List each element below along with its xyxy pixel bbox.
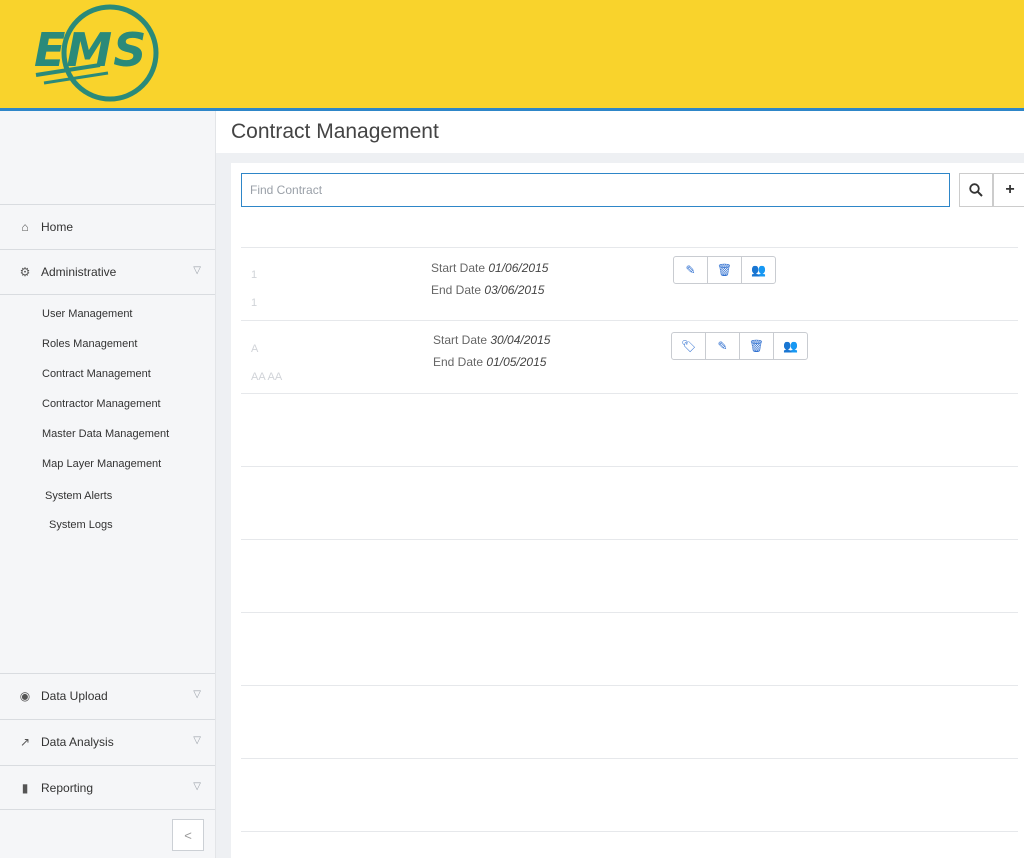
sidebar-item-label: Data Upload xyxy=(41,689,108,703)
start-date: Start Date 30/04/2015 xyxy=(433,333,550,347)
trash-icon: 🗑 xyxy=(748,339,765,353)
logo-text: EMS xyxy=(34,23,148,77)
contract-code: AA AA xyxy=(251,371,283,383)
contract-list-panel: + 1 1 Start Date 01/06/2015 End Date 03/… xyxy=(231,163,1024,858)
search-bar: + xyxy=(241,173,1024,207)
sidebar-subitem-contractor-management[interactable]: Contractor Management xyxy=(42,398,161,410)
users-icon: 👥 xyxy=(783,339,798,353)
sidebar-subitem-map-layer-management[interactable]: Map Layer Management xyxy=(42,458,161,470)
row-divider xyxy=(241,539,1018,540)
sidebar-item-label: Home xyxy=(41,220,74,234)
start-date: Start Date 01/06/2015 xyxy=(431,261,548,275)
sidebar-subitem-system-alerts[interactable]: System Alerts xyxy=(45,490,112,502)
row-divider xyxy=(241,466,1018,467)
start-date-label: Start Date xyxy=(433,333,488,347)
search-button[interactable] xyxy=(959,173,993,207)
tag-icon: 🏷 xyxy=(680,339,697,353)
ems-logo[interactable]: EMS xyxy=(30,3,160,107)
delete-button[interactable]: 🗑 xyxy=(708,257,742,283)
users-button[interactable]: 👥 xyxy=(742,257,775,283)
contract-name: A xyxy=(251,343,259,355)
contract-code: 1 xyxy=(251,297,258,309)
end-date: End Date 01/05/2015 xyxy=(433,355,546,369)
pencil-icon: ✎ xyxy=(717,339,728,353)
sidebar-item-data-upload[interactable]: ◉ Data Upload ▽ xyxy=(0,673,215,718)
sidebar-item-label: Administrative xyxy=(41,265,117,279)
sidebar-collapse-button[interactable]: < xyxy=(172,819,204,851)
row-divider xyxy=(241,758,1018,759)
sidebar-item-data-analysis[interactable]: ↗ Data Analysis ▽ xyxy=(0,719,215,764)
bar-chart-icon: ▮ xyxy=(21,780,29,795)
page-title: Contract Management xyxy=(216,111,1024,153)
delete-button[interactable]: 🗑 xyxy=(740,333,774,359)
sidebar-subitem-system-logs[interactable]: System Logs xyxy=(49,519,113,531)
divider xyxy=(0,294,215,295)
search-icon xyxy=(969,183,983,197)
row-divider xyxy=(241,831,1018,832)
pencil-icon: ✎ xyxy=(685,263,696,277)
end-date-value: 03/06/2015 xyxy=(484,283,545,297)
row-divider xyxy=(241,612,1018,613)
sidebar-item-reporting[interactable]: ▮ Reporting ▽ xyxy=(0,765,215,810)
users-icon: 👥 xyxy=(751,263,766,277)
sidebar-subitem-user-management[interactable]: User Management xyxy=(42,308,133,320)
home-icon: ⌂ xyxy=(21,220,29,234)
add-contract-button[interactable]: + xyxy=(993,173,1024,207)
row-divider xyxy=(241,393,1018,394)
sidebar-subitem-roles-management[interactable]: Roles Management xyxy=(42,338,137,350)
app-header: EMS xyxy=(0,0,1024,111)
end-date-label: End Date xyxy=(431,283,482,297)
end-date-label: End Date xyxy=(433,355,484,369)
sidebar-item-label: Reporting xyxy=(41,780,94,795)
chevron-down-icon: ▽ xyxy=(193,265,201,276)
cogs-icon: ⚙ xyxy=(19,265,31,279)
globe-icon: ◉ xyxy=(19,689,31,703)
edit-button[interactable]: ✎ xyxy=(674,257,708,283)
chevron-left-icon: < xyxy=(184,827,192,843)
chevron-down-icon: ▽ xyxy=(193,689,201,700)
users-button[interactable]: 👥 xyxy=(774,333,807,359)
row-divider xyxy=(241,685,1018,686)
edit-button[interactable]: ✎ xyxy=(706,333,740,359)
search-input[interactable] xyxy=(241,173,950,207)
chevron-down-icon: ▽ xyxy=(193,781,201,792)
line-chart-icon: ↗ xyxy=(19,735,31,749)
plus-icon: + xyxy=(1005,181,1015,198)
trash-icon: 🗑 xyxy=(716,263,733,277)
start-date-value: 01/06/2015 xyxy=(488,261,549,275)
sidebar-item-label: Data Analysis xyxy=(41,735,114,749)
sidebar-item-home[interactable]: ⌂ Home xyxy=(0,204,215,249)
start-date-label: Start Date xyxy=(431,261,486,275)
sidebar-subitem-master-data-management[interactable]: Master Data Management xyxy=(42,428,169,440)
contract-name: 1 xyxy=(251,269,258,281)
contract-actions: ✎ 🗑 👥 xyxy=(673,256,776,284)
start-date-value: 30/04/2015 xyxy=(490,333,551,347)
end-date: End Date 03/06/2015 xyxy=(431,283,544,297)
end-date-value: 01/05/2015 xyxy=(486,355,547,369)
chevron-down-icon: ▽ xyxy=(193,735,201,746)
contract-actions: 🏷 ✎ 🗑 👥 xyxy=(671,332,808,360)
row-divider xyxy=(241,320,1018,321)
row-divider xyxy=(241,247,1018,248)
sidebar-item-administrative[interactable]: ⚙ Administrative ▽ xyxy=(0,249,215,294)
sidebar-subitem-contract-management[interactable]: Contract Management xyxy=(42,368,151,380)
sidebar: ⌂ Home ⚙ Administrative ▽ User Managemen… xyxy=(0,111,216,858)
tag-button[interactable]: 🏷 xyxy=(672,333,706,359)
